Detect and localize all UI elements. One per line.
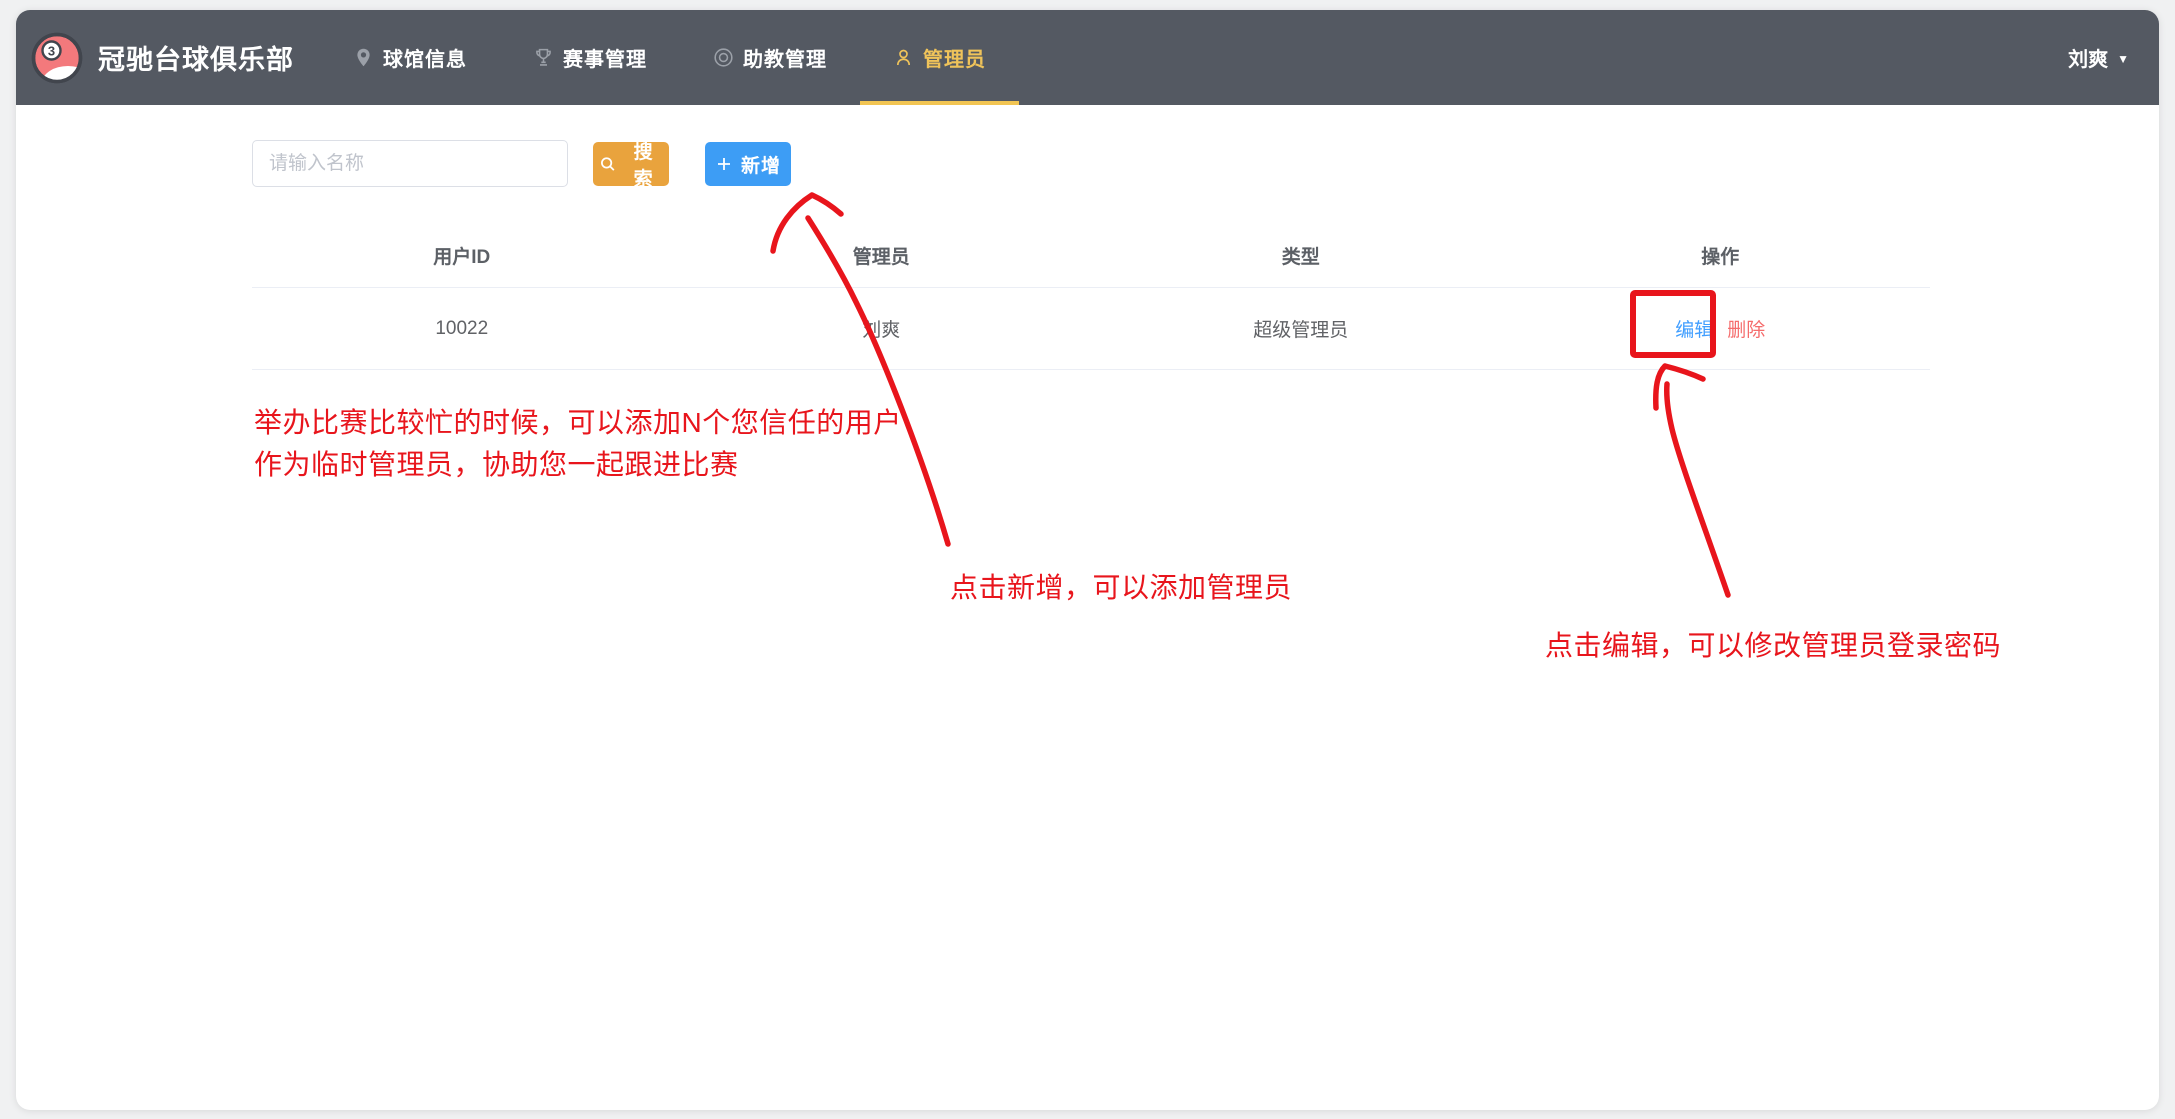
nav-label: 助教管理: [743, 43, 827, 72]
plus-icon: [715, 155, 733, 173]
column-header-type: 类型: [1091, 223, 1511, 287]
search-input[interactable]: [252, 140, 568, 187]
nav-label: 球馆信息: [383, 43, 467, 72]
cell-admin-name: 刘爽: [672, 288, 1092, 369]
user-name: 刘爽: [2068, 43, 2108, 72]
nav-label: 管理员: [923, 43, 986, 72]
search-button[interactable]: 搜索: [593, 142, 669, 186]
column-header-user-id: 用户ID: [252, 223, 672, 287]
coach-badge-icon: [713, 47, 734, 68]
nav-item-venue-info[interactable]: 球馆信息: [320, 10, 500, 105]
table-header-row: 用户ID 管理员 类型 操作: [252, 223, 1930, 288]
annotation-note-line2: 作为临时管理员，协助您一起跟进比赛: [254, 444, 902, 486]
nav-item-coach-management[interactable]: 助教管理: [680, 10, 860, 105]
location-pin-icon: [353, 47, 374, 68]
nav-label: 赛事管理: [563, 43, 647, 72]
cell-actions: 编辑 删除: [1511, 288, 1931, 369]
add-button[interactable]: 新增: [705, 142, 791, 186]
annotation-edit-hint: 点击编辑，可以修改管理员登录密码: [1545, 624, 2001, 664]
user-menu[interactable]: 刘爽 ▼: [2068, 43, 2129, 72]
search-button-label: 搜索: [624, 137, 663, 191]
chevron-down-icon: ▼: [2117, 52, 2129, 66]
edit-link[interactable]: 编辑: [1675, 315, 1713, 342]
column-header-actions: 操作: [1511, 223, 1931, 287]
cell-user-id: 10022: [252, 288, 672, 369]
annotation-arrow-to-edit-link: [1667, 384, 1728, 595]
admins-table: 用户ID 管理员 类型 操作 10022 刘爽 超级管理员 编辑 删除: [252, 223, 1930, 370]
nav-item-event-management[interactable]: 赛事管理: [500, 10, 680, 105]
top-navbar: 3 冠驰台球俱乐部 球馆信息 赛事管理: [16, 10, 2159, 105]
annotation-add-hint: 点击新增，可以添加管理员: [950, 566, 1292, 606]
billiard-ball-logo-icon: 3: [30, 31, 84, 85]
search-icon: [599, 155, 616, 173]
column-header-admin: 管理员: [672, 223, 1092, 287]
trophy-icon: [533, 47, 554, 68]
annotation-arrowhead-edit: [1656, 366, 1703, 408]
table-row: 10022 刘爽 超级管理员 编辑 删除: [252, 288, 1930, 370]
annotation-note-line1: 举办比赛比较忙的时候，可以添加N个您信任的用户: [254, 402, 902, 444]
main-nav: 球馆信息 赛事管理 助教管理: [320, 10, 1019, 105]
nav-item-administrators[interactable]: 管理员: [860, 10, 1019, 105]
cell-type: 超级管理员: [1091, 288, 1511, 369]
delete-link[interactable]: 删除: [1727, 315, 1765, 342]
person-icon: [893, 47, 914, 68]
ball-number: 3: [48, 43, 55, 58]
brand-title: 冠驰台球俱乐部: [98, 38, 294, 77]
brand: 3 冠驰台球俱乐部: [30, 31, 294, 85]
annotation-note-paragraph: 举办比赛比较忙的时候，可以添加N个您信任的用户 作为临时管理员，协助您一起跟进比…: [254, 402, 902, 486]
add-button-label: 新增: [741, 151, 781, 178]
app-window: 3 冠驰台球俱乐部 球馆信息 赛事管理: [16, 10, 2159, 1110]
